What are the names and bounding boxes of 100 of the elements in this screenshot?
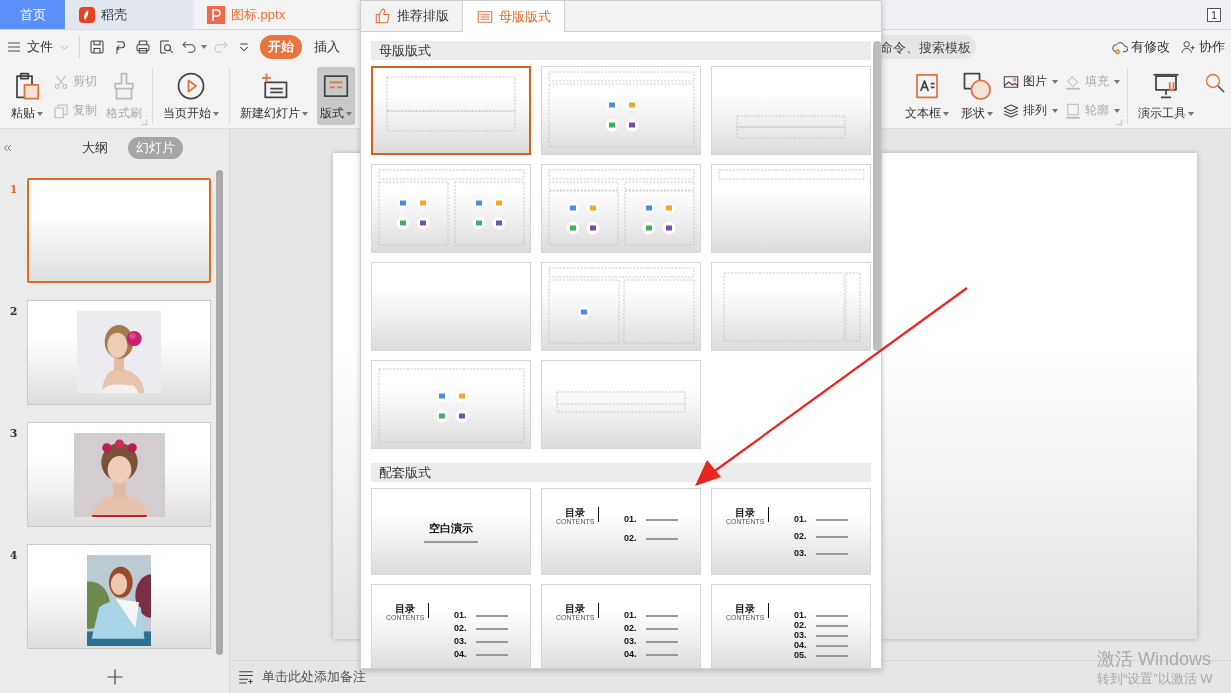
- image-icon: [577, 305, 591, 319]
- panel-tab[interactable]: 母版版式: [463, 1, 565, 32]
- scrollbar-thumb[interactable]: [873, 41, 881, 351]
- search-icon: [1203, 71, 1227, 95]
- file-menu[interactable]: 文件: [6, 38, 73, 56]
- item-number: 03.: [794, 549, 808, 558]
- slide-number: 3: [8, 426, 19, 440]
- item-number: 01.: [794, 515, 808, 524]
- text-line-drawing: [476, 640, 508, 643]
- slide-thumbnail[interactable]: [27, 422, 211, 527]
- text-line-drawing: [816, 654, 848, 657]
- text-line-drawing: [816, 535, 848, 538]
- item-number: 04.: [624, 650, 638, 659]
- contents-title: 目录: [735, 603, 756, 614]
- item-number: 04.: [794, 641, 808, 650]
- caret-icon: [213, 111, 219, 116]
- caret-icon: [1188, 111, 1194, 116]
- slide-thumbnail[interactable]: [27, 300, 211, 405]
- caret-icon: [1114, 108, 1120, 113]
- collapse-button[interactable]: [2, 142, 14, 154]
- document-tab[interactable]: 稻壳: [67, 0, 193, 29]
- item-number: 04.: [454, 650, 468, 659]
- text-line-drawing: [816, 518, 848, 521]
- caret-icon: [987, 111, 993, 116]
- monitor-icon: [1151, 71, 1181, 101]
- new-slide-icon: [259, 71, 289, 101]
- activation-notice-text: 转到“设置”以激活 W: [1097, 670, 1213, 688]
- section-heading: 母版版式: [371, 41, 871, 60]
- text-line-drawing: [646, 537, 678, 540]
- ribbon-button[interactable]: 粘贴: [8, 67, 46, 125]
- text-line-drawing: [646, 614, 678, 617]
- item-number: 03.: [624, 637, 638, 646]
- presentation-file-icon: [207, 5, 225, 24]
- ribbon-button[interactable]: 版式: [317, 67, 355, 125]
- slide-thumbnail[interactable]: [27, 178, 211, 283]
- item-number: 02.: [624, 624, 638, 633]
- content-type-icons: [566, 201, 600, 235]
- save-icon: [88, 38, 106, 56]
- thumbs-up-icon: [374, 7, 392, 25]
- outline-icon: [1064, 101, 1082, 120]
- activation-notice-title: 激活 Windows: [1097, 648, 1213, 670]
- notes-placeholder[interactable]: 单击此处添加备注: [237, 668, 366, 686]
- caret-icon: [1052, 108, 1058, 113]
- item-number: 03.: [454, 637, 468, 646]
- slide-number: 1: [8, 182, 19, 196]
- contents-title: 目录: [735, 507, 756, 518]
- cover-title: 空白演示: [429, 521, 473, 536]
- item-number: 01.: [624, 515, 638, 524]
- item-number: 01.: [454, 611, 468, 620]
- slide-thumbnail[interactable]: [27, 544, 211, 649]
- shapes-icon: [962, 71, 992, 101]
- ribbon-button[interactable]: 排列: [1002, 101, 1058, 120]
- text-line-drawing: [476, 653, 508, 656]
- save-status[interactable]: 有修改: [1111, 38, 1170, 56]
- caret-icon: [1052, 79, 1058, 84]
- dialog-launcher-icon: [140, 118, 148, 126]
- item-number: 02.: [794, 532, 808, 541]
- undo-icon: [180, 38, 198, 56]
- menu-icon: [6, 39, 22, 55]
- ribbon-button[interactable]: 形状: [958, 67, 996, 125]
- text-line-drawing: [816, 634, 848, 637]
- ribbon-button[interactable]: 当页开始: [160, 67, 222, 125]
- text-line-drawing: [816, 624, 848, 627]
- slide-number: 4: [8, 548, 19, 562]
- template-option[interactable]: 空白演示: [371, 488, 531, 575]
- text-line-drawing: [816, 552, 848, 555]
- dialog-launcher-icon: [1115, 118, 1123, 126]
- item-number: 02.: [454, 624, 468, 633]
- text-line-drawing: [646, 518, 678, 521]
- text-line-drawing: [816, 614, 848, 617]
- contents-title: 目录: [395, 603, 416, 614]
- item-number: 01.: [794, 611, 808, 620]
- add-user-icon: [1180, 39, 1196, 55]
- item-number: 02.: [624, 534, 638, 543]
- text-line-drawing: [476, 627, 508, 630]
- caret-icon: [346, 111, 352, 116]
- view-tab[interactable]: 大纲: [74, 137, 116, 159]
- ribbon-button[interactable]: 演示工具: [1135, 67, 1197, 125]
- item-number: 03.: [794, 631, 808, 640]
- ribbon-button[interactable]: 新建幻灯片: [237, 67, 311, 125]
- text-line-drawing: [646, 627, 678, 630]
- ribbon-tab[interactable]: 插入: [306, 35, 348, 59]
- collapse-icon: [2, 142, 14, 154]
- caret-icon: [1114, 79, 1120, 84]
- contents-title: 目录: [565, 507, 586, 518]
- text-line-drawing: [646, 653, 678, 656]
- caret-icon: [943, 111, 949, 116]
- layout-option[interactable]: [371, 66, 531, 155]
- item-number: 05.: [794, 651, 808, 660]
- layers-icon: [1002, 101, 1020, 120]
- caret-icon: [302, 111, 308, 116]
- window-count[interactable]: 1: [1206, 7, 1221, 22]
- notes-icon: [237, 668, 255, 686]
- ribbon-button[interactable]: 文本框: [902, 67, 952, 125]
- caret-icon: [201, 45, 207, 49]
- redo-icon: [212, 38, 230, 56]
- scrollbar-thumb[interactable]: [216, 170, 223, 655]
- content-type-icons: [435, 389, 469, 423]
- collaborate-button[interactable]: 协作: [1180, 38, 1225, 56]
- ribbon-button[interactable]: 图片: [1002, 72, 1058, 91]
